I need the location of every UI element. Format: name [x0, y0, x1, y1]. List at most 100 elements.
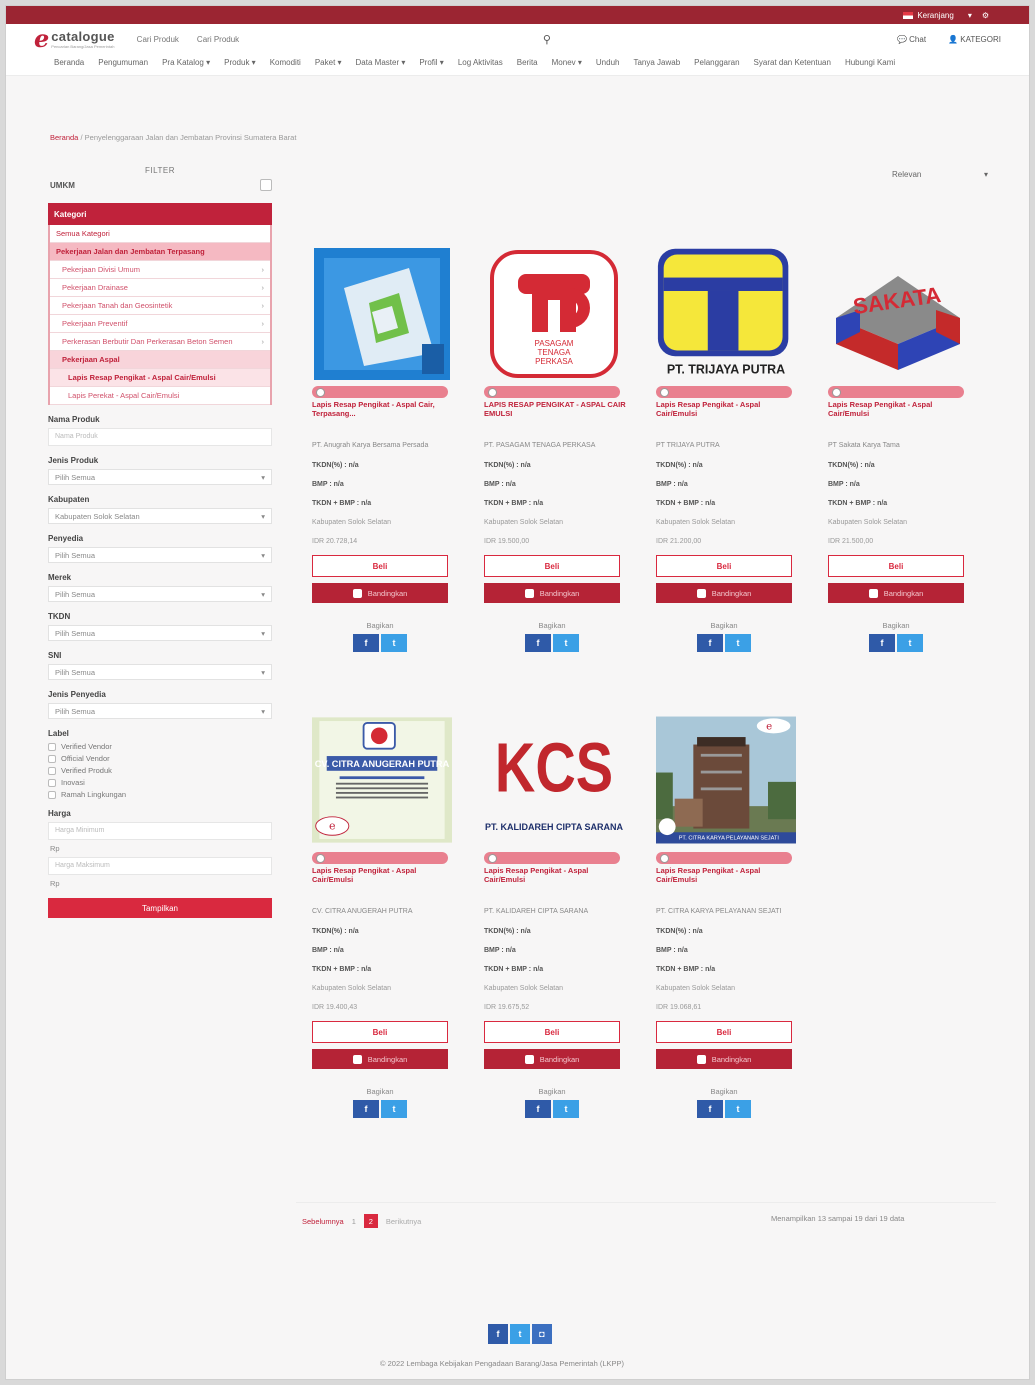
vendor-name[interactable]: PT. Anugrah Karya Bersama Persada: [312, 442, 458, 449]
umkm-checkbox[interactable]: [260, 179, 272, 191]
instagram-icon[interactable]: ◘: [532, 1324, 552, 1344]
category-item[interactable]: Semua Kategori: [50, 225, 270, 243]
label-option[interactable]: Inovasi: [48, 778, 272, 787]
buy-button[interactable]: Beli: [828, 555, 964, 577]
penyedia-select[interactable]: Pilih Semua ▾: [48, 547, 272, 563]
nav-item[interactable]: Pengumuman: [98, 58, 148, 67]
trijaya-logo[interactable]: PT. TRIJAYA PUTRA: [656, 246, 796, 382]
ckps-photo[interactable]: PT. CITRA KARYA PELAYANAN SEJATI e: [656, 712, 796, 848]
harga-min-input[interactable]: Harga Minimum: [48, 822, 272, 840]
compare-button[interactable]: Bandingkan: [656, 583, 792, 603]
account-menu[interactable]: 👤 KATEGORI: [948, 35, 1001, 44]
ptp-logo[interactable]: PASAGAM TENAGA PERKASA: [484, 246, 624, 382]
harga-max-input[interactable]: Harga Maksimum: [48, 857, 272, 875]
ecatalogue-logo[interactable]: e catalogue Pencarian Barang/Jasa Pemeri…: [34, 27, 115, 51]
pagination-prev[interactable]: Sebelumnya: [302, 1217, 344, 1226]
compare-button[interactable]: Bandingkan: [828, 583, 964, 603]
twitter-share-icon[interactable]: t: [553, 634, 579, 652]
facebook-share-icon[interactable]: f: [525, 634, 551, 652]
nav-item[interactable]: Log Aktivitas: [458, 58, 503, 67]
nav-item[interactable]: Monev ▾: [552, 58, 582, 67]
facebook-share-icon[interactable]: f: [697, 634, 723, 652]
vendor-name[interactable]: PT. CITRA KARYA PELAYANAN SEJATI: [656, 908, 802, 915]
label-checkbox[interactable]: [48, 790, 56, 799]
category-item[interactable]: Lapis Resap Pengikat - Aspal Cair/Emulsi: [50, 369, 270, 387]
product-name[interactable]: Lapis Resap Pengikat - Aspal Cair/Emulsi: [656, 400, 802, 436]
nav-item[interactable]: Beranda: [54, 58, 84, 67]
product-name[interactable]: Lapis Resap Pengikat - Aspal Cair, Terpa…: [312, 400, 458, 436]
label-checkbox[interactable]: [48, 778, 56, 787]
search-icon[interactable]: ⚲: [543, 33, 551, 46]
compare-checkbox[interactable]: [352, 1054, 362, 1064]
cap-logo[interactable]: CV. CITRA ANUGERAH PUTRA e: [312, 712, 452, 848]
compare-checkbox[interactable]: [696, 1054, 706, 1064]
nav-item[interactable]: Data Master ▾: [356, 58, 406, 67]
sort-select[interactable]: Relevan ▾: [886, 166, 994, 183]
facebook-share-icon[interactable]: f: [353, 634, 379, 652]
label-checkbox[interactable]: [48, 766, 56, 775]
compare-checkbox[interactable]: [696, 588, 706, 598]
vendor-name[interactable]: CV. CITRA ANUGERAH PUTRA: [312, 908, 458, 915]
nav-item[interactable]: Hubungi Kami: [845, 58, 895, 67]
category-item[interactable]: Pekerjaan Jalan dan Jembatan Terpasang: [50, 243, 270, 261]
product-name[interactable]: Lapis Resap Pengikat - Aspal Cair/Emulsi: [656, 866, 802, 902]
category-item[interactable]: Lapis Perekat - Aspal Cair/Emulsi: [50, 387, 270, 405]
twitter-icon[interactable]: t: [510, 1324, 530, 1344]
product-name[interactable]: Lapis Resap Pengikat - Aspal Cair/Emulsi: [828, 400, 974, 436]
nav-item[interactable]: Berita: [517, 58, 538, 67]
vendor-name[interactable]: PT. KALIDAREH CIPTA SARANA: [484, 908, 630, 915]
facebook-share-icon[interactable]: f: [525, 1100, 551, 1118]
buy-button[interactable]: Beli: [484, 1021, 620, 1043]
jenis-produk-select[interactable]: Pilih Semua ▾: [48, 469, 272, 485]
label-option[interactable]: Verified Vendor: [48, 742, 272, 751]
twitter-share-icon[interactable]: t: [381, 1100, 407, 1118]
label-option[interactable]: Official Vendor: [48, 754, 272, 763]
pagination-page-1[interactable]: 1: [352, 1217, 356, 1226]
nav-item[interactable]: Profil ▾: [419, 58, 443, 67]
nav-item[interactable]: Tanya Jawab: [633, 58, 680, 67]
apply-filter-button[interactable]: Tampilkan: [48, 898, 272, 918]
compare-button[interactable]: Bandingkan: [312, 583, 448, 603]
twitter-share-icon[interactable]: t: [553, 1100, 579, 1118]
product-name[interactable]: Lapis Resap Pengikat - Aspal Cair/Emulsi: [484, 866, 630, 902]
kcs-logo[interactable]: KCS PT. KALIDAREH CIPTA SARANA: [484, 712, 624, 848]
tkdn-select[interactable]: Pilih Semua ▾: [48, 625, 272, 641]
breadcrumb-home[interactable]: Beranda: [50, 133, 78, 142]
label-checkbox[interactable]: [48, 742, 56, 751]
category-item[interactable]: Pekerjaan Divisi Umum: [50, 261, 270, 279]
label-option[interactable]: Ramah Lingkungan: [48, 790, 272, 799]
vendor-name[interactable]: PT Sakata Karya Tama: [828, 442, 974, 449]
cart-link[interactable]: Keranjang: [903, 11, 954, 20]
twitter-share-icon[interactable]: t: [725, 634, 751, 652]
search-scope-select[interactable]: Cari Produk: [137, 35, 179, 44]
compare-checkbox[interactable]: [352, 588, 362, 598]
pagination-page-2[interactable]: 2: [363, 1214, 378, 1228]
label-option[interactable]: Verified Produk: [48, 766, 272, 775]
buy-button[interactable]: Beli: [656, 555, 792, 577]
compare-button[interactable]: Bandingkan: [312, 1049, 448, 1069]
category-item[interactable]: Pekerjaan Aspal: [50, 351, 270, 369]
compare-checkbox[interactable]: [524, 588, 534, 598]
kabupaten-select[interactable]: Kabupaten Solok Selatan ▾: [48, 508, 272, 524]
compare-checkbox[interactable]: [524, 1054, 534, 1064]
nav-item[interactable]: Pelanggaran: [694, 58, 739, 67]
user-icon[interactable]: ▾: [968, 11, 972, 20]
nav-item[interactable]: Paket ▾: [315, 58, 342, 67]
category-item[interactable]: Pekerjaan Preventif: [50, 315, 270, 333]
product-name[interactable]: LAPIS RESAP PENGIKAT - ASPAL CAIR EMULSI: [484, 400, 630, 436]
chat-link[interactable]: 💬 Chat: [897, 35, 926, 44]
category-item[interactable]: Perkerasan Berbutir Dan Perkerasan Beton…: [50, 333, 270, 351]
compare-button[interactable]: Bandingkan: [484, 1049, 620, 1069]
product-name-input[interactable]: Nama Produk: [48, 428, 272, 446]
merek-select[interactable]: Pilih Semua ▾: [48, 586, 272, 602]
vendor-name[interactable]: PT TRIJAYA PUTRA: [656, 442, 802, 449]
category-item[interactable]: Pekerjaan Drainase: [50, 279, 270, 297]
twitter-share-icon[interactable]: t: [897, 634, 923, 652]
nav-item[interactable]: Pra Katalog ▾: [162, 58, 210, 67]
lapis-logo[interactable]: [312, 246, 452, 382]
nav-item[interactable]: Produk ▾: [224, 58, 256, 67]
facebook-share-icon[interactable]: f: [869, 634, 895, 652]
sni-select[interactable]: Pilih Semua ▾: [48, 664, 272, 680]
facebook-share-icon[interactable]: f: [353, 1100, 379, 1118]
compare-checkbox[interactable]: [868, 588, 878, 598]
